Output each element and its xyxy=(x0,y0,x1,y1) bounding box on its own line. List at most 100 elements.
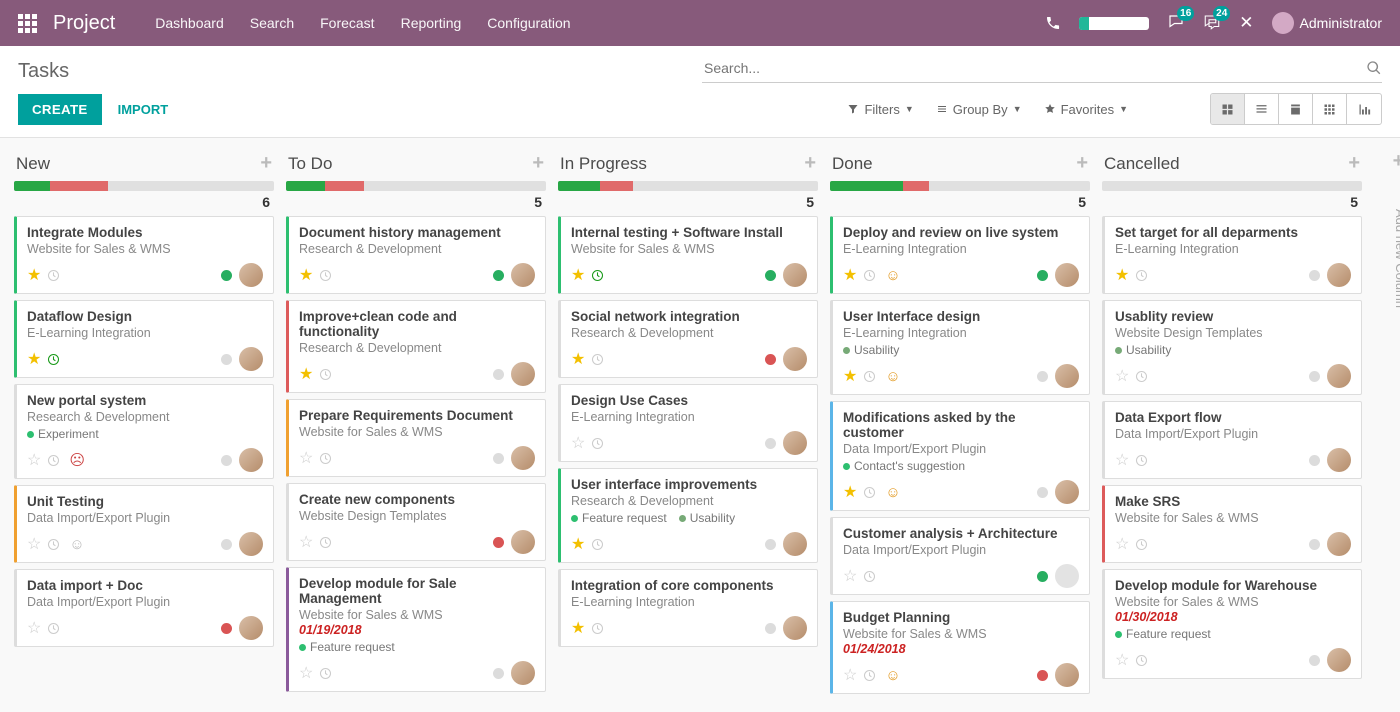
priority-star[interactable]: ☆ xyxy=(27,534,41,554)
priority-star[interactable]: ☆ xyxy=(1115,366,1129,386)
state-dot[interactable] xyxy=(1309,455,1320,466)
menu-config[interactable]: Configuration xyxy=(487,15,570,31)
satisfaction-icon[interactable]: ☺ xyxy=(69,536,84,553)
search-input[interactable] xyxy=(702,56,1366,80)
assignee-avatar[interactable] xyxy=(783,347,807,371)
clock-icon[interactable] xyxy=(46,537,61,552)
state-dot[interactable] xyxy=(493,453,504,464)
assignee-avatar[interactable] xyxy=(511,263,535,287)
state-dot[interactable] xyxy=(493,270,504,281)
clock-icon[interactable] xyxy=(862,485,877,500)
kanban-card[interactable]: Set target for all deparmentsE-Learning … xyxy=(1102,216,1362,294)
kanban-card[interactable]: Internal testing + Software InstallWebsi… xyxy=(558,216,818,294)
add-card-icon[interactable]: + xyxy=(260,152,272,175)
kanban-card[interactable]: Dataflow DesignE-Learning Integration★ xyxy=(14,300,274,378)
column-title[interactable]: In Progress xyxy=(560,154,647,174)
assignee-avatar[interactable] xyxy=(1055,263,1079,287)
clock-icon[interactable] xyxy=(590,621,605,636)
kanban-card[interactable]: Document history managementResearch & De… xyxy=(286,216,546,294)
kanban-card[interactable]: Integration of core componentsE-Learning… xyxy=(558,569,818,647)
assignee-avatar[interactable] xyxy=(1327,448,1351,472)
column-title[interactable]: Cancelled xyxy=(1104,154,1180,174)
kanban-card[interactable]: Prepare Requirements DocumentWebsite for… xyxy=(286,399,546,477)
assignee-avatar[interactable] xyxy=(783,616,807,640)
state-dot[interactable] xyxy=(493,537,504,548)
assignee-avatar[interactable] xyxy=(511,530,535,554)
clock-icon[interactable] xyxy=(590,537,605,552)
kanban-card[interactable]: New portal systemResearch & DevelopmentE… xyxy=(14,384,274,479)
assignee-avatar[interactable] xyxy=(1327,364,1351,388)
state-dot[interactable] xyxy=(1037,487,1048,498)
satisfaction-icon[interactable]: ☺ xyxy=(885,368,900,385)
clock-icon[interactable] xyxy=(46,352,61,367)
priority-star[interactable]: ☆ xyxy=(299,663,313,683)
kanban-card[interactable]: Deploy and review on live systemE-Learni… xyxy=(830,216,1090,294)
assignee-avatar[interactable] xyxy=(783,263,807,287)
kanban-card[interactable]: Design Use CasesE-Learning Integration☆ xyxy=(558,384,818,462)
assignee-avatar[interactable] xyxy=(239,263,263,287)
priority-star[interactable]: ★ xyxy=(843,265,857,285)
column-title[interactable]: To Do xyxy=(288,154,332,174)
state-dot[interactable] xyxy=(1309,539,1320,550)
kanban-card[interactable]: Develop module for Sale ManagementWebsit… xyxy=(286,567,546,692)
priority-star[interactable]: ★ xyxy=(27,265,41,285)
clock-icon[interactable] xyxy=(590,436,605,451)
view-kanban[interactable] xyxy=(1211,94,1245,124)
assignee-avatar[interactable] xyxy=(1055,564,1079,588)
filters-menu[interactable]: Filters▼ xyxy=(847,102,913,117)
state-dot[interactable] xyxy=(221,354,232,365)
menu-dashboard[interactable]: Dashboard xyxy=(155,15,224,31)
clock-icon[interactable] xyxy=(318,367,333,382)
add-card-icon[interactable]: + xyxy=(532,152,544,175)
satisfaction-icon[interactable]: ☹ xyxy=(69,451,85,469)
kanban-card[interactable]: User Interface designE-Learning Integrat… xyxy=(830,300,1090,395)
assignee-avatar[interactable] xyxy=(783,532,807,556)
user-menu[interactable]: Administrator xyxy=(1272,12,1382,34)
kanban-card[interactable]: Develop module for WarehouseWebsite for … xyxy=(1102,569,1362,679)
clock-icon[interactable] xyxy=(590,352,605,367)
kanban-card[interactable]: Modifications asked by the customerData … xyxy=(830,401,1090,511)
clock-icon[interactable] xyxy=(862,668,877,683)
kanban-card[interactable]: Make SRSWebsite for Sales & WMS☆ xyxy=(1102,485,1362,563)
create-button[interactable]: CREATE xyxy=(18,94,102,125)
activities-icon[interactable]: 24 xyxy=(1203,13,1221,34)
clock-icon[interactable] xyxy=(318,451,333,466)
favorites-menu[interactable]: Favorites▼ xyxy=(1044,102,1128,117)
kanban-card[interactable]: Improve+clean code and functionalityRese… xyxy=(286,300,546,393)
priority-star[interactable]: ☆ xyxy=(1115,650,1129,670)
priority-star[interactable]: ★ xyxy=(571,349,585,369)
kanban-card[interactable]: User interface improvementsResearch & De… xyxy=(558,468,818,563)
kanban-card[interactable]: Unit TestingData Import/Export Plugin☆☺ xyxy=(14,485,274,563)
conversations-icon[interactable]: 16 xyxy=(1167,13,1185,34)
assignee-avatar[interactable] xyxy=(239,616,263,640)
clock-icon[interactable] xyxy=(318,268,333,283)
satisfaction-icon[interactable]: ☺ xyxy=(885,484,900,501)
priority-star[interactable]: ★ xyxy=(1115,265,1129,285)
menu-reporting[interactable]: Reporting xyxy=(401,15,462,31)
priority-star[interactable]: ☆ xyxy=(299,532,313,552)
search-box[interactable] xyxy=(702,56,1382,83)
assignee-avatar[interactable] xyxy=(239,347,263,371)
assignee-avatar[interactable] xyxy=(239,448,263,472)
column-title[interactable]: Done xyxy=(832,154,873,174)
import-button[interactable]: IMPORT xyxy=(118,102,169,117)
assignee-avatar[interactable] xyxy=(1055,480,1079,504)
state-dot[interactable] xyxy=(1309,655,1320,666)
view-calendar[interactable] xyxy=(1279,94,1313,124)
state-dot[interactable] xyxy=(493,668,504,679)
column-title[interactable]: New xyxy=(16,154,50,174)
clock-icon[interactable] xyxy=(1134,369,1149,384)
state-dot[interactable] xyxy=(1037,371,1048,382)
kanban-card[interactable]: Budget PlanningWebsite for Sales & WMS01… xyxy=(830,601,1090,694)
state-dot[interactable] xyxy=(1037,571,1048,582)
state-dot[interactable] xyxy=(765,438,776,449)
assignee-avatar[interactable] xyxy=(511,362,535,386)
kanban-card[interactable]: Integrate ModulesWebsite for Sales & WMS… xyxy=(14,216,274,294)
state-dot[interactable] xyxy=(1309,371,1320,382)
view-pivot[interactable] xyxy=(1313,94,1347,124)
state-dot[interactable] xyxy=(1309,270,1320,281)
satisfaction-icon[interactable]: ☺ xyxy=(885,667,900,684)
search-icon[interactable] xyxy=(1366,60,1382,76)
priority-star[interactable]: ☆ xyxy=(1115,534,1129,554)
state-dot[interactable] xyxy=(765,623,776,634)
